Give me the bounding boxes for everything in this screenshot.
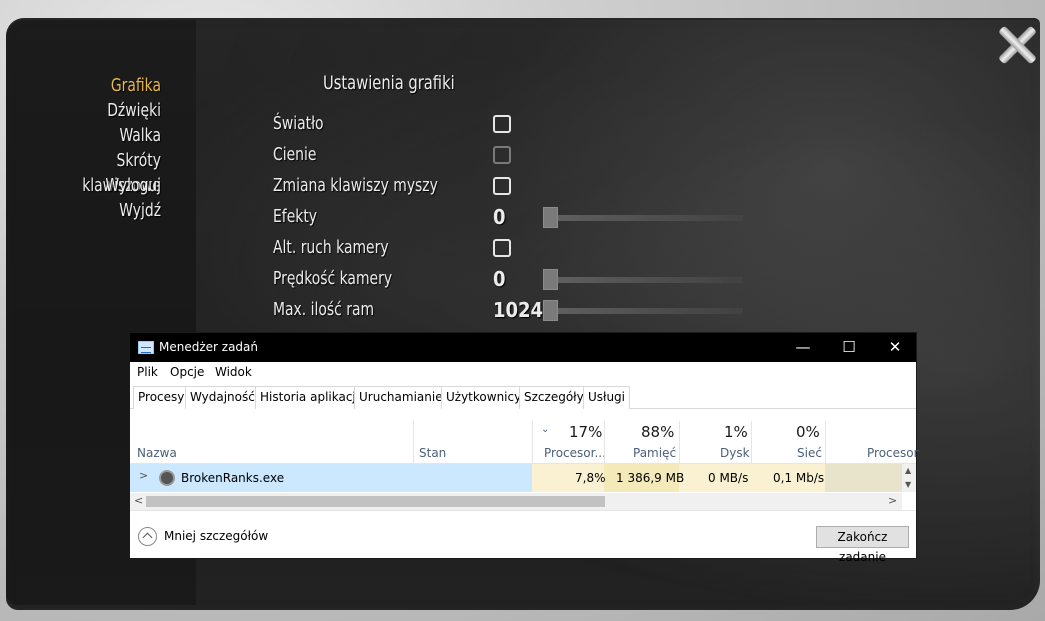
predkosc-slider-handle[interactable] bbox=[543, 269, 558, 290]
setting-label: Prędkość kamery bbox=[273, 268, 393, 289]
setting-row-swiatlo: Światło bbox=[273, 111, 753, 139]
scroll-right-icon[interactable]: > bbox=[888, 494, 897, 507]
efekty-value: 0 bbox=[493, 205, 506, 229]
process-cpu: 7,8% bbox=[575, 471, 606, 485]
disk-total: 1% bbox=[724, 423, 748, 441]
column-separator[interactable] bbox=[604, 421, 605, 464]
column-disk[interactable]: Dysk bbox=[720, 446, 750, 460]
minimize-button[interactable]: — bbox=[780, 333, 826, 362]
close-button[interactable]: ✕ bbox=[872, 333, 918, 362]
menu-plik[interactable]: Plik bbox=[137, 365, 158, 379]
chevron-up-icon[interactable] bbox=[138, 527, 157, 546]
process-name: BrokenRanks.exe bbox=[181, 471, 285, 485]
menu-item-dzwieki[interactable]: Dźwięki bbox=[40, 98, 161, 123]
setting-row-max-ram: Max. ilość ram 1024 bbox=[273, 297, 753, 325]
setting-label: Alt. ruch kamery bbox=[273, 237, 389, 258]
column-separator[interactable] bbox=[532, 421, 533, 464]
task-manager-icon bbox=[138, 341, 154, 354]
tab-bar: Procesy Wydajność Historia aplikacji Uru… bbox=[130, 382, 916, 409]
menu-opcje[interactable]: Opcje bbox=[170, 365, 204, 379]
menu-bar: Plik Opcje Widok bbox=[130, 362, 916, 382]
menu-widok[interactable]: Widok bbox=[215, 365, 252, 379]
menu-item-wyjdz[interactable]: Wyjdź bbox=[40, 198, 161, 223]
footer: Mniej szczegółów Zakończ zadanie bbox=[130, 510, 916, 564]
menu-item-walka[interactable]: Walka bbox=[40, 123, 161, 148]
column-gpu[interactable]: Procesor bbox=[867, 446, 919, 460]
scroll-left-icon[interactable]: < bbox=[134, 494, 143, 507]
broken-ranks-app-icon bbox=[159, 470, 175, 486]
expand-chevron-icon[interactable]: > bbox=[139, 469, 148, 482]
tab-historia[interactable]: Historia aplikacji bbox=[255, 386, 365, 409]
title-bar[interactable]: Menedżer zadań — ☐ ✕ bbox=[130, 333, 916, 362]
setting-row-zmiana-klawiszy: Zmiana klawiszy myszy bbox=[273, 173, 753, 201]
window-title: Menedżer zadań bbox=[159, 340, 258, 354]
efekty-slider-track[interactable] bbox=[543, 215, 743, 221]
column-name[interactable]: Nazwa bbox=[137, 446, 177, 460]
tab-uslugi[interactable]: Usługi bbox=[583, 386, 631, 409]
setting-label: Zmiana klawiszy myszy bbox=[273, 175, 438, 196]
vertical-scrollbar[interactable]: ▲ ▼ bbox=[902, 464, 916, 492]
column-separator[interactable] bbox=[751, 421, 752, 464]
tab-szczegoly[interactable]: Szczegóły bbox=[519, 386, 589, 409]
column-separator[interactable] bbox=[413, 421, 414, 464]
cpu-total: 17% bbox=[569, 423, 603, 441]
close-x-icon[interactable] bbox=[996, 24, 1038, 66]
column-separator[interactable] bbox=[825, 421, 826, 464]
network-total: 0% bbox=[796, 423, 820, 441]
max-ram-slider-track[interactable] bbox=[543, 308, 743, 314]
scroll-up-icon[interactable]: ▲ bbox=[905, 466, 911, 475]
gpu-heat-cell bbox=[825, 464, 902, 492]
column-status[interactable]: Stan bbox=[419, 446, 446, 460]
maximize-button[interactable]: ☐ bbox=[826, 333, 872, 362]
process-memory: 1 386,9 MB bbox=[616, 471, 685, 485]
swiatlo-checkbox[interactable] bbox=[493, 115, 511, 133]
alt-ruch-checkbox[interactable] bbox=[493, 239, 511, 257]
options-menu: Grafika Dźwięki Walka Skróty klawiszowe … bbox=[20, 73, 161, 223]
predkosc-slider-track[interactable] bbox=[543, 277, 743, 283]
scrollbar-thumb[interactable] bbox=[146, 496, 605, 507]
column-headers: Nazwa Stan ⌄ 17% Procesor... 88% Pamięć … bbox=[130, 421, 919, 464]
setting-label: Światło bbox=[273, 113, 324, 134]
setting-label: Efekty bbox=[273, 206, 318, 227]
horizontal-scrollbar[interactable]: < > bbox=[130, 493, 902, 510]
cienie-checkbox[interactable] bbox=[493, 146, 511, 164]
sort-chevron-icon: ⌄ bbox=[541, 424, 550, 435]
process-network: 0,1 Mb/s bbox=[773, 471, 825, 485]
max-ram-slider-handle[interactable] bbox=[543, 300, 558, 321]
predkosc-value: 0 bbox=[493, 267, 506, 291]
process-disk: 0 MB/s bbox=[708, 471, 749, 485]
efekty-slider-handle[interactable] bbox=[543, 207, 558, 228]
column-cpu[interactable]: Procesor... bbox=[544, 446, 606, 460]
column-network[interactable]: Sieć bbox=[797, 446, 822, 460]
column-memory[interactable]: Pamięć bbox=[633, 446, 676, 460]
menu-item-skroty[interactable]: Skróty klawiszowe bbox=[40, 148, 161, 196]
memory-total: 88% bbox=[641, 423, 675, 441]
tab-wydajnosc[interactable]: Wydajność bbox=[185, 386, 260, 409]
scroll-down-icon[interactable]: ▼ bbox=[905, 480, 911, 489]
setting-row-cienie: Cienie bbox=[273, 142, 753, 170]
menu-item-wyloguj[interactable]: Wyloguj bbox=[40, 173, 161, 198]
setting-row-predkosc: Prędkość kamery 0 bbox=[273, 266, 753, 294]
column-separator[interactable] bbox=[679, 421, 680, 464]
task-manager-window: Menedżer zadań — ☐ ✕ Plik Opcje Widok Pr… bbox=[129, 332, 919, 564]
tab-procesy[interactable]: Procesy bbox=[133, 386, 190, 409]
tab-uzytkownicy[interactable]: Użytkownicy bbox=[441, 386, 527, 409]
zmiana-klawiszy-checkbox[interactable] bbox=[493, 177, 511, 195]
setting-row-efekty: Efekty 0 bbox=[273, 204, 753, 232]
setting-label: Cienie bbox=[273, 144, 317, 165]
less-details-link[interactable]: Mniej szczegółów bbox=[164, 529, 268, 543]
setting-row-alt-ruch: Alt. ruch kamery bbox=[273, 235, 753, 263]
menu-item-grafika[interactable]: Grafika bbox=[40, 73, 161, 98]
table-row[interactable]: > BrokenRanks.exe 7,8% 1 386,9 MB 0 MB/s… bbox=[130, 464, 902, 492]
max-ram-value: 1024 bbox=[493, 298, 544, 322]
settings-title: Ustawienia grafiki bbox=[323, 72, 455, 94]
tab-uruchamianie[interactable]: Uruchamianie bbox=[354, 386, 448, 409]
setting-label: Max. ilość ram bbox=[273, 299, 375, 320]
end-task-button[interactable]: Zakończ zadanie bbox=[816, 526, 909, 564]
